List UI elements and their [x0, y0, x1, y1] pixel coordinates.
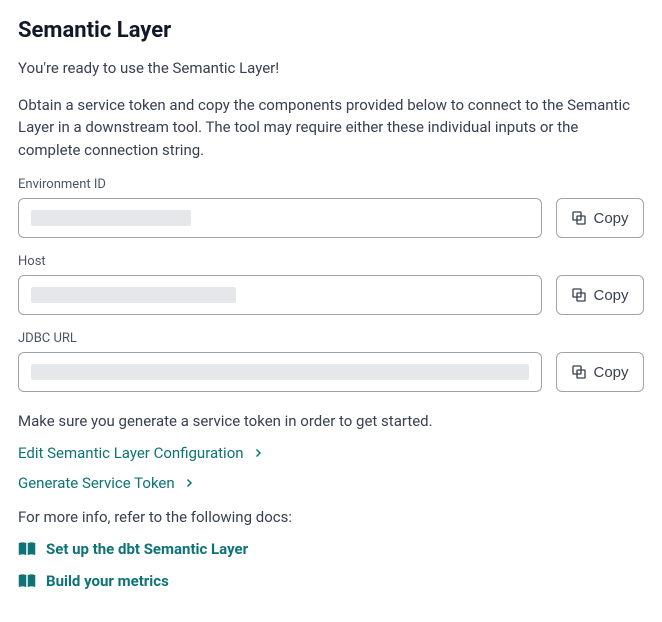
book-icon [18, 541, 36, 557]
docs-intro: For more info, refer to the following do… [18, 508, 644, 526]
description-text: Obtain a service token and copy the comp… [18, 94, 644, 162]
jdbc-url-input[interactable] [18, 352, 542, 392]
doc-link-setup[interactable]: Set up the dbt Semantic Layer [18, 540, 644, 558]
host-label: Host [18, 254, 644, 269]
doc-link-metrics[interactable]: Build your metrics [18, 572, 644, 590]
link-label: Edit Semantic Layer Configuration [18, 444, 244, 462]
copy-button-label: Copy [593, 210, 628, 227]
doc-link-label: Set up the dbt Semantic Layer [46, 540, 248, 558]
link-label: Generate Service Token [18, 474, 175, 492]
intro-text: You're ready to use the Semantic Layer! [18, 57, 644, 80]
copy-jdbc-url-button[interactable]: Copy [556, 352, 644, 392]
book-icon [18, 573, 36, 589]
edit-config-link[interactable]: Edit Semantic Layer Configuration [18, 444, 644, 462]
chevron-right-icon [252, 447, 264, 459]
generate-token-link[interactable]: Generate Service Token [18, 474, 644, 492]
skeleton-placeholder [31, 364, 529, 380]
environment-id-label: Environment ID [18, 177, 644, 192]
copy-icon [571, 364, 587, 380]
skeleton-placeholder [31, 287, 236, 303]
host-input[interactable] [18, 275, 542, 315]
token-note: Make sure you generate a service token i… [18, 412, 644, 430]
chevron-right-icon [183, 477, 195, 489]
copy-icon [571, 210, 587, 226]
copy-icon [571, 287, 587, 303]
copy-button-label: Copy [593, 287, 628, 304]
copy-environment-id-button[interactable]: Copy [556, 198, 644, 238]
environment-id-input[interactable] [18, 198, 542, 238]
doc-link-label: Build your metrics [46, 572, 169, 590]
skeleton-placeholder [31, 210, 191, 226]
copy-button-label: Copy [593, 364, 628, 381]
page-title: Semantic Layer [18, 18, 644, 43]
copy-host-button[interactable]: Copy [556, 275, 644, 315]
jdbc-url-label: JDBC URL [18, 331, 644, 346]
